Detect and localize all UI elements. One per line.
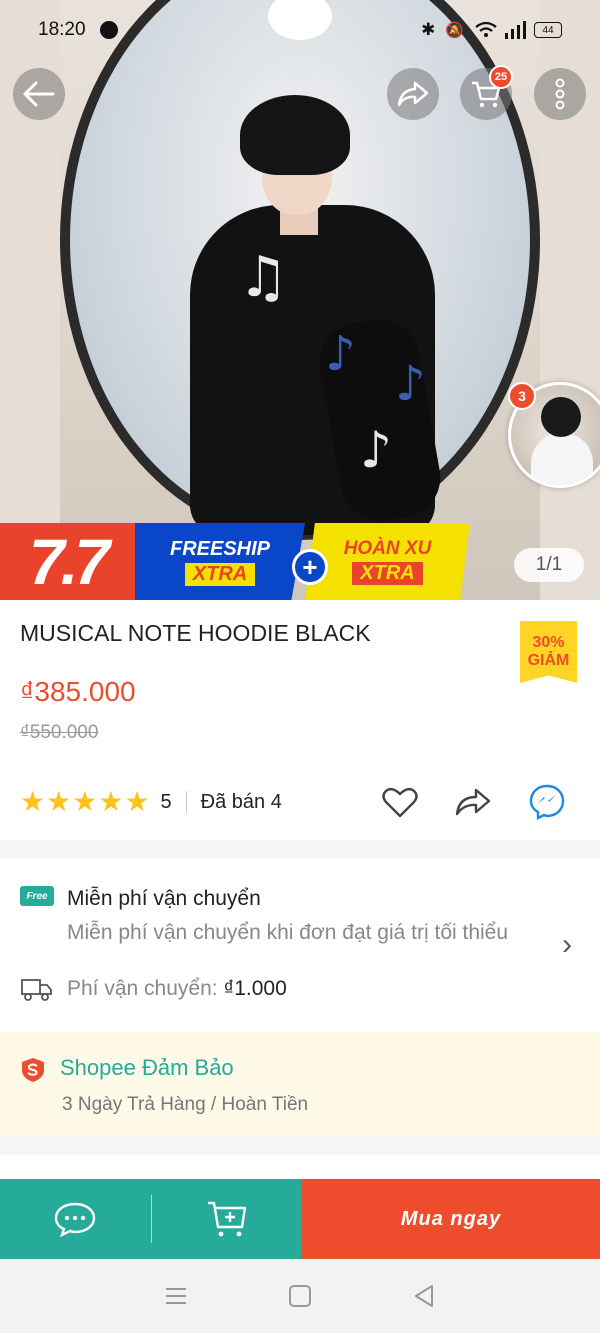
thumbnail-shirt — [531, 433, 593, 485]
music-note-graphic: ♪ — [395, 356, 426, 412]
messenger-share-button[interactable] — [527, 782, 567, 822]
messenger-icon — [529, 784, 565, 820]
heart-icon — [382, 787, 418, 818]
home-square-icon[interactable] — [288, 1284, 312, 1308]
discount-label: GIẢM — [527, 652, 570, 669]
music-note-graphic: ♫ — [238, 245, 289, 310]
xtra-label: XTRA — [184, 562, 256, 586]
cart-plus-icon — [207, 1201, 246, 1237]
share-arrow-icon — [397, 81, 429, 107]
status-time: 18:20 — [38, 19, 86, 40]
system-navigation-bar — [0, 1259, 600, 1333]
image-hair — [240, 95, 350, 175]
shopee-guarantee-section[interactable] — [0, 1032, 600, 1137]
share-button[interactable] — [387, 68, 439, 120]
back-button[interactable] — [13, 68, 65, 120]
sale-77-label: 7.7 — [0, 523, 135, 600]
chat-bubble-icon — [55, 1202, 96, 1237]
action-left-group — [0, 1179, 302, 1259]
mute-icon: 🔕 — [445, 22, 464, 39]
promo-banner: 7.7 FREESHIP XTRA HOÀN XU XTRA — [0, 523, 470, 600]
guarantee-title: Shopee Đảm Bảo — [60, 1055, 234, 1080]
battery-icon: 44 — [534, 22, 562, 38]
free-shipping-icon: Free — [20, 886, 54, 906]
product-price: ₫385.000 — [20, 676, 136, 707]
thumbnail-head — [541, 397, 581, 437]
buy-now-button[interactable]: Mua ngay — [302, 1179, 600, 1259]
hoan-xu-xtra-tag: HOÀN XU XTRA — [305, 523, 470, 600]
thumbnail-count-badge: 3 — [508, 382, 536, 410]
product-title: MUSICAL NOTE HOODIE BLACK — [20, 620, 371, 646]
discount-percent: 30% — [532, 634, 565, 651]
free-shipping-subtitle: Miễn phí vận chuyển khi đơn đạt giá trị … — [67, 921, 509, 944]
more-vertical-icon — [555, 78, 565, 110]
sold-count: Đã bán 4 — [200, 790, 282, 813]
star-icon: ★ — [98, 786, 124, 817]
xtra-label: XTRA — [352, 562, 423, 585]
guarantee-subtitle: 3 Ngày Trả Hàng / Hoàn Tiền — [62, 1094, 309, 1115]
back-triangle-icon[interactable] — [412, 1284, 436, 1308]
shipping-fee-label: Phí vận chuyển: — [67, 977, 218, 1000]
status-bar: 18:20 ✱ 🔕 44 — [0, 0, 600, 60]
rating-value: 5 — [160, 790, 172, 813]
add-to-cart-button[interactable] — [152, 1179, 303, 1259]
share-product-button[interactable] — [453, 782, 493, 822]
shipping-fee-value: ₫1.000 — [223, 977, 287, 1000]
menu-icon[interactable] — [164, 1286, 188, 1306]
star-icon: ★ — [20, 786, 46, 817]
chevron-right-icon[interactable]: › — [562, 928, 572, 962]
original-price: ₫550.000 — [20, 722, 99, 743]
star-icon: ★ — [124, 786, 150, 817]
arrow-left-icon — [23, 81, 55, 107]
messenger-notification-icon — [99, 21, 118, 39]
music-note-graphic: ♪ — [360, 421, 392, 479]
free-shipping-title: Miễn phí vận chuyển — [67, 887, 261, 910]
star-icon: ★ — [72, 786, 98, 817]
truck-icon — [21, 979, 52, 1001]
wifi-icon — [475, 21, 497, 37]
freeship-xtra-tag: FREESHIP XTRA — [135, 523, 305, 600]
shield-icon — [22, 1058, 44, 1082]
star-icon: ★ — [46, 786, 72, 817]
share-arrow-icon — [455, 788, 491, 816]
music-note-graphic: ♪ — [325, 326, 356, 382]
discount-badge: 30% GIẢM — [520, 621, 577, 683]
freeship-label: FREESHIP — [169, 537, 271, 560]
hoan-xu-label: HOÀN XU — [343, 538, 432, 559]
signal-icon — [505, 21, 526, 39]
divider — [185, 791, 187, 813]
cart-count-badge: 25 — [489, 65, 513, 89]
more-options-button[interactable] — [534, 68, 586, 120]
section-divider — [0, 840, 600, 858]
chat-now-button[interactable] — [0, 1179, 151, 1259]
bluetooth-icon: ✱ — [421, 20, 436, 39]
section-divider — [0, 1137, 600, 1155]
shipping-fee-row[interactable]: Phí vận chuyển: ₫1.000 — [67, 977, 287, 1001]
like-button[interactable] — [380, 782, 420, 822]
rating-row[interactable]: ★ ★ ★ ★ ★ 5 Đã bán 4 — [20, 786, 282, 818]
image-pager: 1/1 — [514, 548, 584, 582]
bottom-action-bar: Mua ngay — [0, 1179, 600, 1259]
plus-icon: + — [292, 549, 328, 585]
